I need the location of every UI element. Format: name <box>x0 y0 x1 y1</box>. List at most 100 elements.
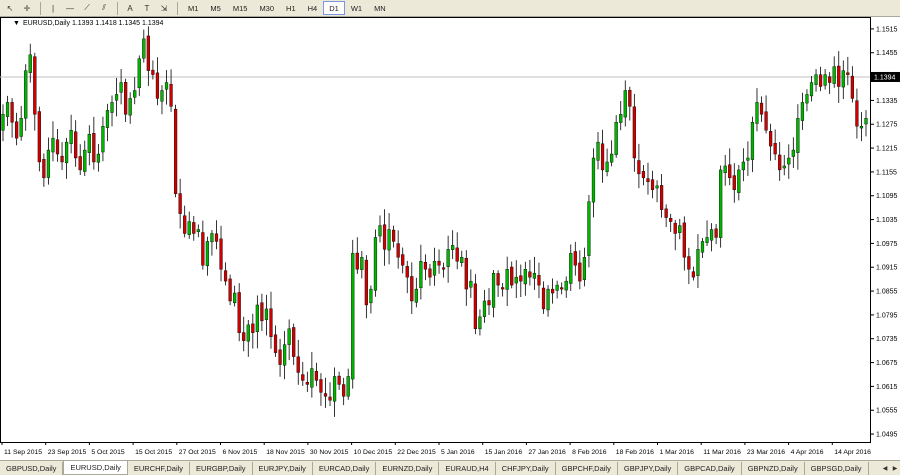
trendline-icon[interactable]: ⟋ <box>79 1 95 16</box>
candle-body <box>691 271 696 278</box>
x-tick-label: 4 Apr 2016 <box>791 449 824 456</box>
candle-body <box>351 253 355 380</box>
tab-euraud-h4[interactable]: EURAUD,H4 <box>439 462 496 475</box>
tab-gbpsgd-daily[interactable]: GBPSGD,Daily <box>804 462 869 475</box>
shapes-icon[interactable]: ⇲ <box>156 1 172 16</box>
candle-body <box>260 302 264 322</box>
candle-body <box>605 161 609 172</box>
candle-body <box>578 262 582 282</box>
candle-body <box>210 233 214 243</box>
candle-body <box>5 102 10 117</box>
crosshair-icon[interactable]: ✛ <box>19 1 35 16</box>
candle-body <box>173 108 178 194</box>
period-selector: M1 M5 M15 M30 H1 H4 D1 W1 MN <box>182 1 392 15</box>
candle-body <box>164 82 169 90</box>
candle-body <box>428 268 432 278</box>
candle-body <box>214 233 219 242</box>
horizontal-line-icon[interactable]: — <box>62 1 78 16</box>
period-h1[interactable]: H1 <box>280 1 302 15</box>
chart-area[interactable]: 1.1515 1.1455 1.1335 1.1275 1.1215 1.1155 1.10… <box>0 17 900 460</box>
candle-body <box>700 241 705 253</box>
tab-gbpusd-daily[interactable]: GBPUSD,Daily <box>0 462 64 475</box>
candle-body <box>37 111 41 163</box>
tab-gbpchf-daily[interactable]: GBPCHF,Daily <box>555 462 618 475</box>
candle-body <box>273 334 278 353</box>
y-tick-label: 1.0495 <box>876 432 898 439</box>
tab-eurusd-daily[interactable]: EURUSD,Daily <box>63 461 128 475</box>
period-d1[interactable]: D1 <box>323 1 345 15</box>
tab-gbpjpy-daily[interactable]: GBPJPY,Daily <box>617 462 679 475</box>
tab-scroll-right-icon[interactable]: ▶ <box>890 462 900 475</box>
x-tick-label: 11 Mar 2016 <box>703 449 741 456</box>
candle-body <box>414 288 418 303</box>
candle-body <box>564 280 568 291</box>
cursor-arrow-icon[interactable]: ↖ <box>2 1 18 16</box>
tab-eurgbp-daily[interactable]: EURGBP,Daily <box>190 462 253 475</box>
current-price-label: 1.1394 <box>874 74 896 81</box>
x-tick-label: 5 Oct 2015 <box>91 449 124 456</box>
tab-eurcad-daily[interactable]: EURCAD,Daily <box>312 462 377 475</box>
candle-body <box>818 74 823 87</box>
candle-body <box>510 266 514 286</box>
candle-body <box>146 35 150 71</box>
label-icon[interactable]: T <box>139 1 155 16</box>
candle-body <box>364 259 368 306</box>
candle-body <box>741 161 745 171</box>
candle-body <box>192 222 196 234</box>
candle-body <box>809 82 814 97</box>
candle-body <box>246 324 250 342</box>
candle-body <box>355 252 359 270</box>
period-m15[interactable]: M15 <box>227 1 254 15</box>
chart-canvas[interactable]: 1.1515 1.1455 1.1335 1.1275 1.1215 1.1155 1.10… <box>0 17 900 460</box>
y-tick-label: 1.1215 <box>876 146 898 153</box>
period-m1[interactable]: M1 <box>182 1 204 15</box>
candle-body <box>769 131 773 147</box>
candle-body <box>142 38 146 59</box>
y-tick-label: 1.1335 <box>876 98 898 105</box>
tab-eurjpy-daily[interactable]: EURJPY,Daily <box>252 462 313 475</box>
y-tick-label: 1.1455 <box>876 50 898 57</box>
candle-body <box>46 149 51 178</box>
tab-eurchf-daily[interactable]: EURCHF,Daily <box>127 462 191 475</box>
candle-body <box>855 100 859 127</box>
period-m30[interactable]: M30 <box>253 1 280 15</box>
vertical-line-icon[interactable]: | <box>45 1 61 16</box>
candle-body <box>137 58 141 88</box>
tab-gbpnzd-daily[interactable]: GBPNZD,Daily <box>741 462 805 475</box>
y-tick-label: 1.1155 <box>876 169 897 176</box>
candle-body <box>332 376 337 402</box>
candle-body <box>632 106 636 159</box>
candle-body <box>96 153 100 163</box>
candle-body <box>628 89 632 107</box>
candle-body <box>800 102 805 121</box>
period-m5[interactable]: M5 <box>204 1 226 15</box>
tab-chfjpy-daily[interactable]: CHFJPY,Daily <box>495 462 556 475</box>
tab-gbpcad-daily[interactable]: GBPCAD,Daily <box>678 462 742 475</box>
y-tick-label: 1.0975 <box>876 241 898 248</box>
candle-body <box>637 160 641 175</box>
candle-body <box>641 171 646 179</box>
candle-body <box>264 308 269 320</box>
candle-body <box>555 284 559 291</box>
candle-body <box>287 328 291 345</box>
candle-body <box>392 229 396 242</box>
tab-eurnzd-daily[interactable]: EURNZD,Daily <box>376 462 440 475</box>
candle-body <box>610 153 614 163</box>
candle-body <box>314 371 319 381</box>
text-icon[interactable]: A <box>122 1 138 16</box>
candle-body <box>737 169 741 193</box>
channel-icon[interactable]: ⫽ <box>96 1 112 16</box>
period-mn[interactable]: MN <box>368 1 392 15</box>
candle-body <box>573 251 577 266</box>
candle-body <box>328 396 332 401</box>
candle-body <box>1 114 5 131</box>
candle-body <box>219 238 223 270</box>
tab-scroll-left-icon[interactable]: ◀ <box>880 462 890 475</box>
candle-body <box>51 137 55 153</box>
candle-body <box>455 247 459 262</box>
period-w1[interactable]: W1 <box>345 1 368 15</box>
x-tick-label: 15 Jan 2016 <box>485 449 523 456</box>
toolbar-separator <box>40 1 41 15</box>
candle-body <box>119 82 123 93</box>
period-h4[interactable]: H4 <box>302 1 324 15</box>
